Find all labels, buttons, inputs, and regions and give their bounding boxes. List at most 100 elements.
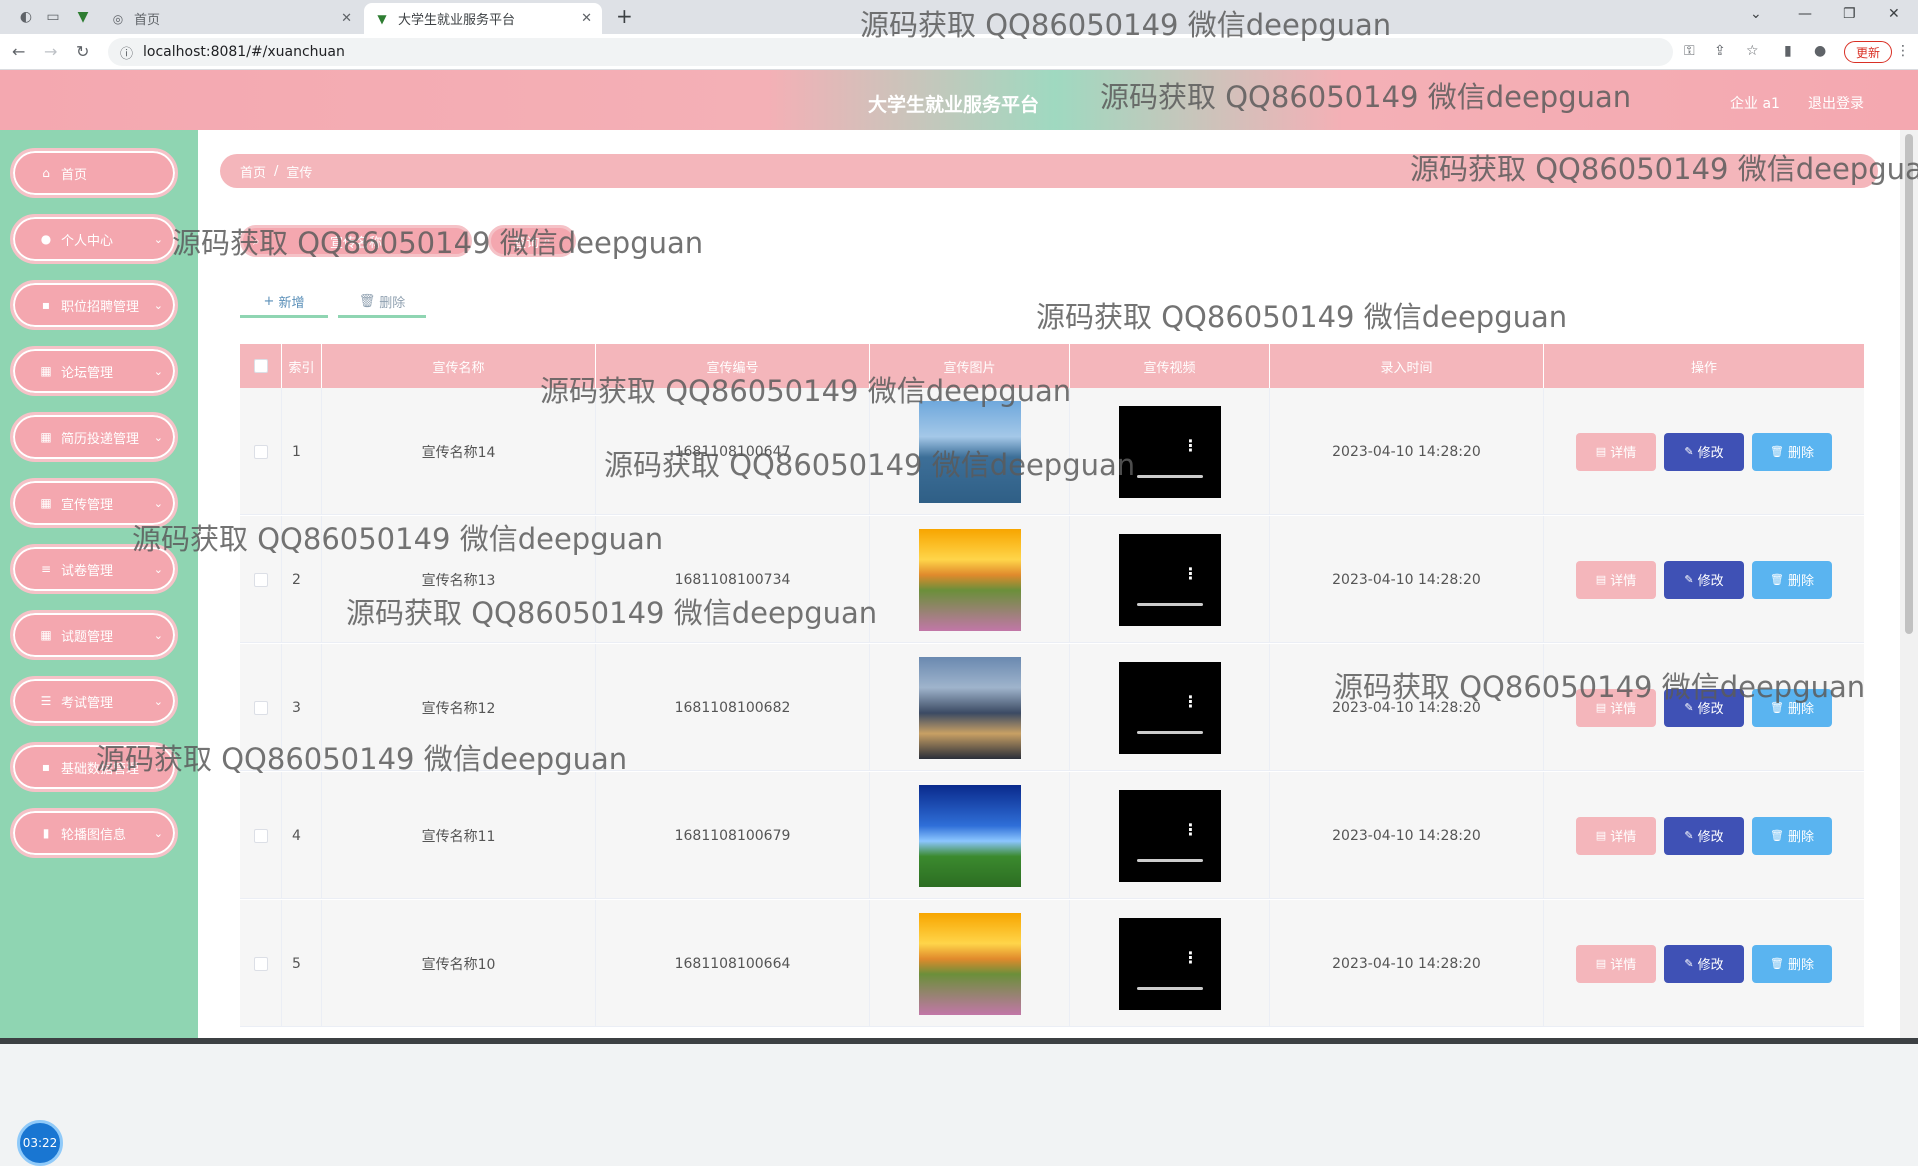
detail-button[interactable]: ▤ 详情: [1576, 688, 1656, 727]
info-icon[interactable]: ⓘ: [120, 43, 133, 62]
row-actions: ▤ 详情 ✎ 修改 🗑 删除: [1544, 772, 1864, 899]
video-progress-bar[interactable]: [1136, 858, 1203, 862]
star-icon[interactable]: ☆: [1746, 43, 1759, 59]
select-all-checkbox[interactable]: [253, 359, 268, 373]
edit-button[interactable]: ✎ 修改: [1664, 688, 1744, 727]
sidebar-item[interactable]: ☰ 考试管理 ⌄: [10, 676, 178, 726]
chevron-down-icon[interactable]: ⌄: [1750, 6, 1762, 22]
logout-link[interactable]: 退出登录: [1808, 93, 1864, 113]
close-icon[interactable]: ✕: [341, 11, 352, 26]
sidebar-item[interactable]: ≡ 试卷管理 ⌄: [10, 544, 178, 594]
video-menu-icon[interactable]: ⋮: [1183, 564, 1199, 583]
share-icon[interactable]: ⇪: [1714, 43, 1726, 59]
detail-button[interactable]: ▤ 详情: [1576, 944, 1656, 983]
video-menu-icon[interactable]: ⋮: [1183, 820, 1199, 839]
sidebar-item[interactable]: ▮ 轮播图信息 ⌄: [10, 808, 178, 858]
video-progress-bar[interactable]: [1136, 730, 1203, 734]
row-index: 3: [282, 644, 322, 771]
tab-home[interactable]: ◎ 首页 ✕: [100, 3, 362, 34]
sidebar-item[interactable]: ▦ 论坛管理 ⌄: [10, 346, 178, 396]
profile-icon[interactable]: ●: [1814, 43, 1826, 59]
video-menu-icon[interactable]: ⋮: [1183, 948, 1199, 967]
close-icon[interactable]: ✕: [581, 11, 592, 26]
detail-button[interactable]: ▤ 详情: [1576, 560, 1656, 599]
close-window-icon[interactable]: ✕: [1888, 6, 1900, 22]
sidebar-item[interactable]: ▦ 简历投递管理 ⌄: [10, 412, 178, 462]
tab-platform[interactable]: ▼ 大学生就业服务平台 ✕: [364, 3, 602, 34]
back-icon[interactable]: ←: [12, 42, 25, 61]
delete-button[interactable]: 🗑 删除: [1752, 432, 1832, 471]
breadcrumb-home[interactable]: 首页: [240, 162, 266, 181]
reload-icon[interactable]: ↻: [76, 42, 89, 61]
video-progress-bar[interactable]: [1136, 986, 1203, 990]
row-checkbox[interactable]: [253, 572, 268, 587]
pencil-icon: ✎: [1684, 445, 1694, 458]
lake-image[interactable]: [918, 400, 1021, 503]
sidebar-item[interactable]: ● 个人中心 ⌄: [10, 214, 178, 264]
blank-tab-icon[interactable]: ▭: [45, 9, 61, 25]
vue-icon[interactable]: ▼: [75, 9, 91, 25]
add-button[interactable]: + 新增: [240, 288, 328, 318]
row-checkbox[interactable]: [253, 700, 268, 715]
sidepanel-icon[interactable]: ▮: [1784, 43, 1792, 59]
video-player[interactable]: ⋮: [1118, 405, 1221, 498]
video-progress-bar[interactable]: [1136, 474, 1203, 478]
restore-icon[interactable]: ❐: [1843, 6, 1856, 22]
sliders-icon: ≡: [40, 562, 52, 576]
search-button[interactable]: 查询 ⌕: [488, 225, 576, 257]
update-button[interactable]: 更新: [1844, 41, 1892, 63]
delete-button[interactable]: 🗑 删除: [1752, 816, 1832, 855]
grid-icon: ▦: [40, 364, 52, 378]
menu-icon[interactable]: ⋮: [1896, 43, 1910, 59]
app-header: 大学生就业服务平台 企业 a1 退出登录: [0, 70, 1918, 130]
row-checkbox[interactable]: [253, 828, 268, 843]
blue-sky-field-image[interactable]: [918, 784, 1021, 887]
edit-button-label: 修改: [1697, 446, 1724, 461]
clock-badge[interactable]: 03:22: [17, 1120, 63, 1166]
row-checkbox[interactable]: [253, 956, 268, 971]
sidebar-item-label: 首页: [61, 167, 88, 183]
delete-button[interactable]: 🗑 删除: [1752, 944, 1832, 983]
video-player[interactable]: ⋮: [1118, 789, 1221, 882]
mountain-city-image[interactable]: [918, 656, 1021, 759]
scrollbar[interactable]: [1900, 130, 1918, 1044]
video-menu-icon[interactable]: ⋮: [1183, 692, 1199, 711]
add-label: 新增: [278, 296, 305, 311]
row-checkbox[interactable]: [253, 444, 268, 459]
delete-button[interactable]: 🗑 删除: [1752, 560, 1832, 599]
video-menu-icon[interactable]: ⋮: [1183, 436, 1199, 455]
row-index: 5: [282, 900, 322, 1027]
video-progress-bar[interactable]: [1136, 602, 1203, 606]
sidebar-item[interactable]: ▦ 试题管理 ⌄: [10, 610, 178, 660]
vue-icon: ▼: [377, 11, 387, 26]
forward-icon[interactable]: →: [44, 42, 57, 61]
sidebar-item[interactable]: ▪ 职位招聘管理 ⌄: [10, 280, 178, 330]
batch-delete-button[interactable]: 🗑 删除: [338, 288, 426, 318]
detail-button[interactable]: ▤ 详情: [1576, 816, 1656, 855]
scroll-thumb[interactable]: [1905, 134, 1913, 634]
new-tab-icon[interactable]: +: [616, 4, 633, 28]
sidebar-item[interactable]: ⌂ 首页: [10, 148, 178, 198]
sunset-field-image[interactable]: [918, 528, 1021, 631]
search-input[interactable]: ⌕ 宣传名称: [240, 225, 472, 257]
detail-button[interactable]: ▤ 详情: [1576, 432, 1656, 471]
video-player[interactable]: ⋮: [1118, 917, 1221, 1010]
sidebar-item[interactable]: ▦ 宣传管理 ⌄: [10, 478, 178, 528]
delete-button[interactable]: 🗑 删除: [1752, 688, 1832, 727]
list-icon: ☰: [40, 694, 52, 708]
edit-button[interactable]: ✎ 修改: [1664, 816, 1744, 855]
sunset-field-image[interactable]: [918, 912, 1021, 1015]
address-bar[interactable]: ⓘ localhost:8081/#/xuanchuan: [108, 38, 1673, 66]
edit-button[interactable]: ✎ 修改: [1664, 432, 1744, 471]
minimize-icon[interactable]: —: [1798, 6, 1812, 22]
edit-button[interactable]: ✎ 修改: [1664, 560, 1744, 599]
video-player[interactable]: ⋮: [1118, 533, 1221, 626]
edit-button[interactable]: ✎ 修改: [1664, 944, 1744, 983]
row-code: 1681108100679: [596, 772, 870, 899]
key-icon[interactable]: ⚿: [1684, 43, 1695, 59]
sidebar-item[interactable]: ▪ 基础数据管理 ⌄: [10, 742, 178, 792]
row-time: 2023-04-10 14:28:20: [1270, 644, 1544, 771]
row-video-cell: ⋮: [1070, 516, 1270, 643]
browser-icon[interactable]: ◐: [18, 9, 34, 25]
video-player[interactable]: ⋮: [1118, 661, 1221, 754]
